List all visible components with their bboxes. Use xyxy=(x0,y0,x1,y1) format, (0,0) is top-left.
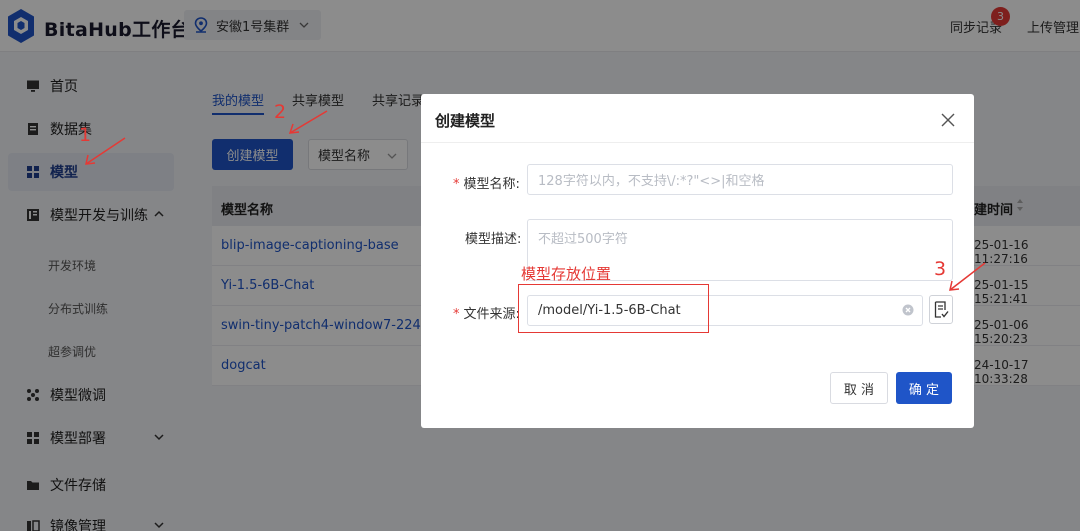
create-model-dialog: 创建模型 * 模型名称: 128字符以内，不支持\/:*?"<>|和空格 模型描述… xyxy=(421,94,974,428)
annotation-storage-label: 模型存放位置 xyxy=(521,265,612,283)
annotation-number-3: 3 xyxy=(934,258,947,280)
annotation-number-1: 1 xyxy=(79,124,92,146)
confirm-button[interactable]: 确 定 xyxy=(896,372,952,404)
cancel-button[interactable]: 取 消 xyxy=(830,372,888,404)
annotation-highlight-box xyxy=(518,284,709,333)
file-source-label: * 文件来源: xyxy=(453,307,520,322)
annotation-number-2: 2 xyxy=(274,101,287,123)
dialog-divider xyxy=(421,142,974,143)
close-icon[interactable] xyxy=(941,113,955,127)
model-name-placeholder: 128字符以内，不支持\/:*?"<>|和空格 xyxy=(538,174,765,189)
select-file-button[interactable] xyxy=(929,295,953,324)
model-name-input[interactable]: 128字符以内，不支持\/:*?"<>|和空格 xyxy=(527,164,953,195)
model-desc-label: 模型描述: xyxy=(465,232,522,247)
dialog-title: 创建模型 xyxy=(435,112,496,130)
model-name-label: * 模型名称: xyxy=(453,177,520,192)
file-select-icon xyxy=(934,301,949,318)
clear-icon[interactable] xyxy=(902,304,914,316)
model-desc-placeholder: 不超过500字符 xyxy=(538,232,628,247)
